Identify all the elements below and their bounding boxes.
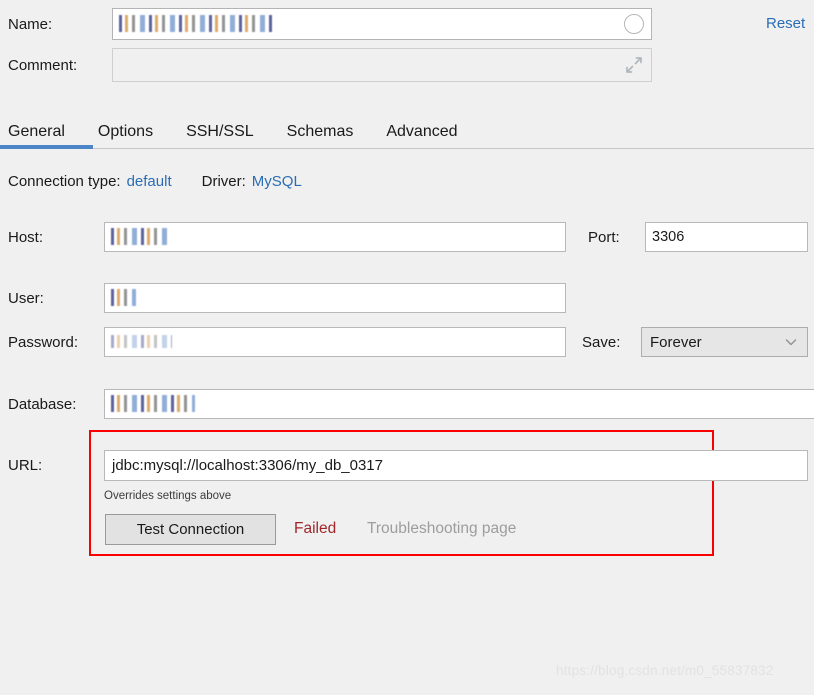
host-row: Host: localhost: [8, 222, 566, 252]
driver-value[interactable]: MySQL: [252, 173, 302, 190]
test-connection-button[interactable]: Test Connection: [105, 514, 276, 545]
port-input-value: 3306: [652, 229, 685, 245]
name-input-value: my_db_0317@localhost: [119, 14, 275, 34]
watermark: https://blog.csdn.net/m0_55837832: [556, 663, 774, 678]
port-label: Port:: [588, 229, 620, 246]
name-row: Name: my_db_0317@localhost: [8, 8, 652, 40]
driver-label: Driver:: [201, 173, 246, 190]
host-input[interactable]: localhost: [104, 222, 566, 252]
comment-row: Comment:: [8, 48, 652, 82]
connection-type-value[interactable]: default: [127, 173, 172, 190]
comment-label: Comment:: [8, 56, 78, 74]
password-label: Password:: [8, 333, 79, 351]
active-tab-underline: [0, 145, 93, 149]
expand-diagonal-icon[interactable]: [625, 56, 643, 74]
name-label: Name:: [8, 15, 53, 33]
host-label: Host:: [8, 228, 44, 246]
troubleshooting-page-link[interactable]: Troubleshooting page: [367, 520, 516, 538]
user-input[interactable]: root: [104, 283, 566, 313]
reset-link[interactable]: Reset: [766, 15, 805, 32]
tab-schemas[interactable]: Schemas: [287, 123, 367, 148]
test-status-badge: Failed: [294, 520, 337, 537]
chevron-down-icon: [785, 339, 797, 346]
connection-meta: Connection type: default Driver: MySQL: [8, 173, 302, 190]
user-label: User:: [8, 289, 44, 307]
tab-advanced[interactable]: Advanced: [386, 123, 470, 148]
url-label: URL:: [8, 457, 43, 474]
port-input[interactable]: 3306: [645, 222, 808, 252]
password-input[interactable]: ••••••••••••: [104, 327, 566, 357]
connection-type-label: Connection type:: [8, 173, 121, 190]
name-input[interactable]: my_db_0317@localhost: [112, 8, 652, 40]
password-row: Password: ••••••••••••: [8, 327, 566, 357]
user-row: User: root: [8, 283, 566, 313]
save-label: Save:: [582, 334, 621, 351]
url-input[interactable]: jdbc:mysql://localhost:3306/my_db_0317: [104, 450, 808, 481]
database-input[interactable]: my_db_0317: [104, 389, 814, 419]
host-input-value: localhost: [111, 227, 169, 247]
circle-icon: [624, 14, 644, 34]
save-dropdown-value: Forever: [650, 333, 702, 351]
user-input-value: root: [111, 288, 136, 308]
tab-ssh-ssl[interactable]: SSH/SSL: [186, 123, 267, 148]
database-label: Database:: [8, 395, 77, 413]
tab-options[interactable]: Options: [98, 123, 166, 148]
save-dropdown[interactable]: Forever: [641, 327, 808, 357]
database-input-value: my_db_0317: [111, 394, 195, 414]
comment-input[interactable]: [112, 48, 652, 82]
url-hint-text: Overrides settings above: [104, 490, 232, 502]
password-input-value: ••••••••••••: [111, 332, 172, 352]
database-row: Database: my_db_0317: [8, 389, 814, 419]
url-input-value: jdbc:mysql://localhost:3306/my_db_0317: [112, 457, 383, 474]
tab-separator: [0, 148, 814, 149]
tab-bar: General Options SSH/SSL Schemas Advanced: [0, 110, 814, 152]
